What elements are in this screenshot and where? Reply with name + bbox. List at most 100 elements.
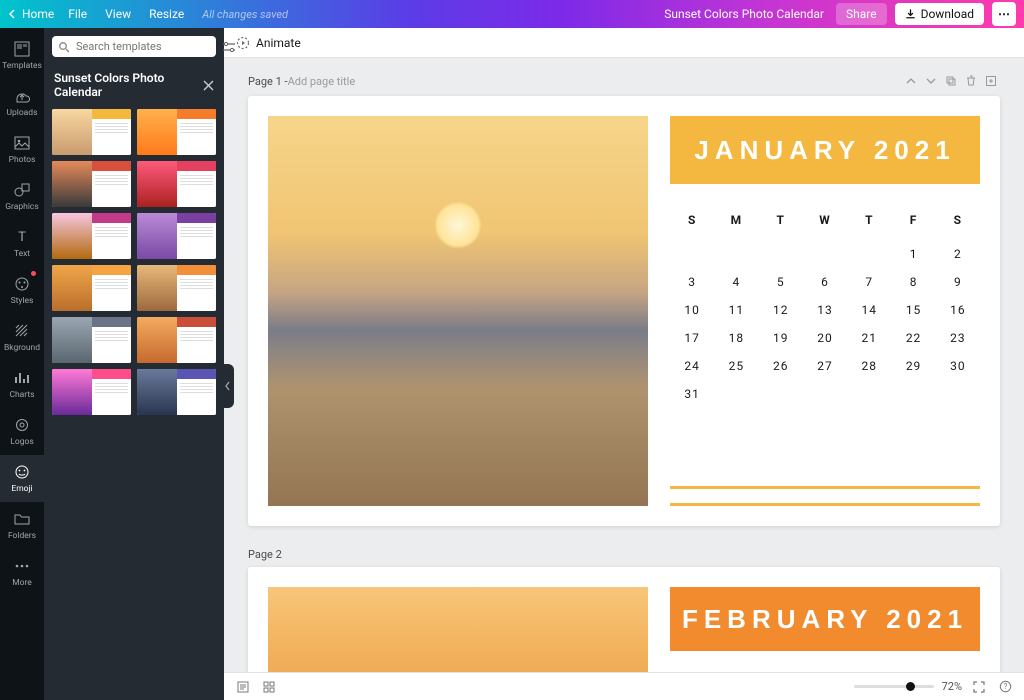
- page-2[interactable]: FEBRUARY 2021 SMTWTFS: [248, 567, 1000, 672]
- templates-icon: [13, 40, 31, 58]
- rail-text[interactable]: TText: [0, 220, 44, 267]
- rail-templates[interactable]: Templates: [0, 32, 44, 79]
- rail-label: Styles: [11, 296, 34, 306]
- template-thumb-5[interactable]: [52, 213, 131, 259]
- resize-menu[interactable]: Resize: [149, 7, 184, 21]
- day-cell: 16: [936, 296, 980, 324]
- rail-label: Charts: [9, 390, 34, 400]
- rail-label: Text: [14, 249, 30, 259]
- month-banner-february[interactable]: FEBRUARY 2021: [670, 587, 980, 651]
- day-cell: [891, 380, 935, 408]
- thumb-photo: [137, 265, 177, 311]
- sliders-icon[interactable]: [222, 41, 236, 53]
- template-thumb-2[interactable]: [137, 109, 216, 155]
- home-button[interactable]: Home: [8, 7, 54, 21]
- dow-cell: T: [759, 206, 803, 234]
- more-button[interactable]: ⋯: [992, 2, 1016, 26]
- day-cell: 18: [714, 324, 758, 352]
- template-thumb-8[interactable]: [137, 265, 216, 311]
- day-cell: [714, 240, 758, 268]
- animate-button[interactable]: Animate: [256, 36, 301, 50]
- help-icon[interactable]: ?: [996, 678, 1014, 696]
- view-menu[interactable]: View: [105, 7, 131, 21]
- rail-label: Photos: [9, 155, 36, 165]
- svg-text:?: ?: [1003, 682, 1007, 691]
- rail-graphics[interactable]: Graphics: [0, 173, 44, 220]
- page1-photo[interactable]: [268, 116, 648, 506]
- grid-view-icon[interactable]: [260, 678, 278, 696]
- search-input[interactable]: [76, 40, 216, 53]
- thumb-photo: [137, 317, 177, 363]
- duplicate-page-icon[interactable]: [942, 72, 960, 90]
- thumb-calendar: [177, 369, 217, 415]
- search-templates-field[interactable]: [52, 36, 216, 57]
- download-button[interactable]: Download: [895, 3, 984, 25]
- day-cell: [759, 240, 803, 268]
- day-cell: 27: [803, 352, 847, 380]
- day-cell: [714, 380, 758, 408]
- bottom-bar: 72% ?: [224, 672, 1024, 700]
- add-page-icon[interactable]: [982, 72, 1000, 90]
- rail-uploads[interactable]: Uploads: [0, 79, 44, 126]
- page-1[interactable]: JANUARY 2021 SMTWTFS12345678910111213141…: [248, 96, 1000, 526]
- template-thumb-10[interactable]: [137, 317, 216, 363]
- rail-more[interactable]: More: [0, 549, 44, 596]
- template-thumb-6[interactable]: [137, 213, 216, 259]
- page2-photo[interactable]: [268, 587, 648, 672]
- page1-title-input[interactable]: Add page title: [288, 75, 356, 88]
- day-cell: 22: [891, 324, 935, 352]
- fullscreen-icon[interactable]: [970, 678, 988, 696]
- template-thumb-11[interactable]: [52, 369, 131, 415]
- rail-photos[interactable]: Photos: [0, 126, 44, 173]
- month-banner-january[interactable]: JANUARY 2021: [670, 116, 980, 184]
- day-cell: 9: [936, 268, 980, 296]
- template-thumb-7[interactable]: [52, 265, 131, 311]
- thumb-photo: [52, 369, 92, 415]
- close-icon[interactable]: [203, 80, 214, 91]
- thumb-calendar: [92, 109, 132, 155]
- calendar-grid-january[interactable]: SMTWTFS123456789101112131415161718192021…: [670, 206, 980, 408]
- rail-styles[interactable]: Styles: [0, 267, 44, 314]
- animate-icon[interactable]: [236, 36, 250, 50]
- collapse-panel-button[interactable]: [222, 364, 234, 408]
- share-button[interactable]: Share: [836, 3, 887, 25]
- rail-emoji[interactable]: Emoji: [0, 455, 44, 502]
- dow-cell: S: [670, 206, 714, 234]
- file-menu[interactable]: File: [68, 7, 87, 21]
- rail-bkground[interactable]: Bkground: [0, 314, 44, 361]
- day-cell: [847, 240, 891, 268]
- delete-page-icon[interactable]: [962, 72, 980, 90]
- search-icon: [58, 41, 70, 53]
- thumb-photo: [52, 213, 92, 259]
- rail-label: More: [12, 578, 32, 588]
- thumb-photo: [52, 317, 92, 363]
- template-thumb-3[interactable]: [52, 161, 131, 207]
- chevron-left-icon: [8, 9, 18, 19]
- zoom-slider[interactable]: [854, 685, 934, 688]
- day-cell: 11: [714, 296, 758, 324]
- bkground-icon: [13, 322, 31, 340]
- rail-charts[interactable]: Charts: [0, 361, 44, 408]
- template-thumb-1[interactable]: [52, 109, 131, 155]
- day-cell: 31: [670, 380, 714, 408]
- day-cell: 30: [936, 352, 980, 380]
- day-cell: 24: [670, 352, 714, 380]
- canvas-scroller[interactable]: Page 1 - Add page title JANUARY 2021 SMT…: [224, 58, 1024, 672]
- emoji-icon: [13, 463, 31, 481]
- rail-label: Uploads: [6, 108, 37, 118]
- day-cell: 20: [803, 324, 847, 352]
- chevron-down-icon[interactable]: [922, 72, 940, 90]
- rail-folders[interactable]: Folders: [0, 502, 44, 549]
- styles-icon: [13, 275, 31, 293]
- page1-header: Page 1 - Add page title: [248, 72, 1000, 90]
- template-thumb-12[interactable]: [137, 369, 216, 415]
- rail-logos[interactable]: Logos: [0, 408, 44, 455]
- template-thumb-9[interactable]: [52, 317, 131, 363]
- download-label: Download: [921, 7, 974, 21]
- chevron-up-icon[interactable]: [902, 72, 920, 90]
- notes-icon[interactable]: [234, 678, 252, 696]
- thumb-photo: [137, 369, 177, 415]
- template-thumb-4[interactable]: [137, 161, 216, 207]
- document-name[interactable]: Sunset Colors Photo Calendar: [664, 7, 824, 21]
- zoom-label[interactable]: 72%: [942, 680, 962, 693]
